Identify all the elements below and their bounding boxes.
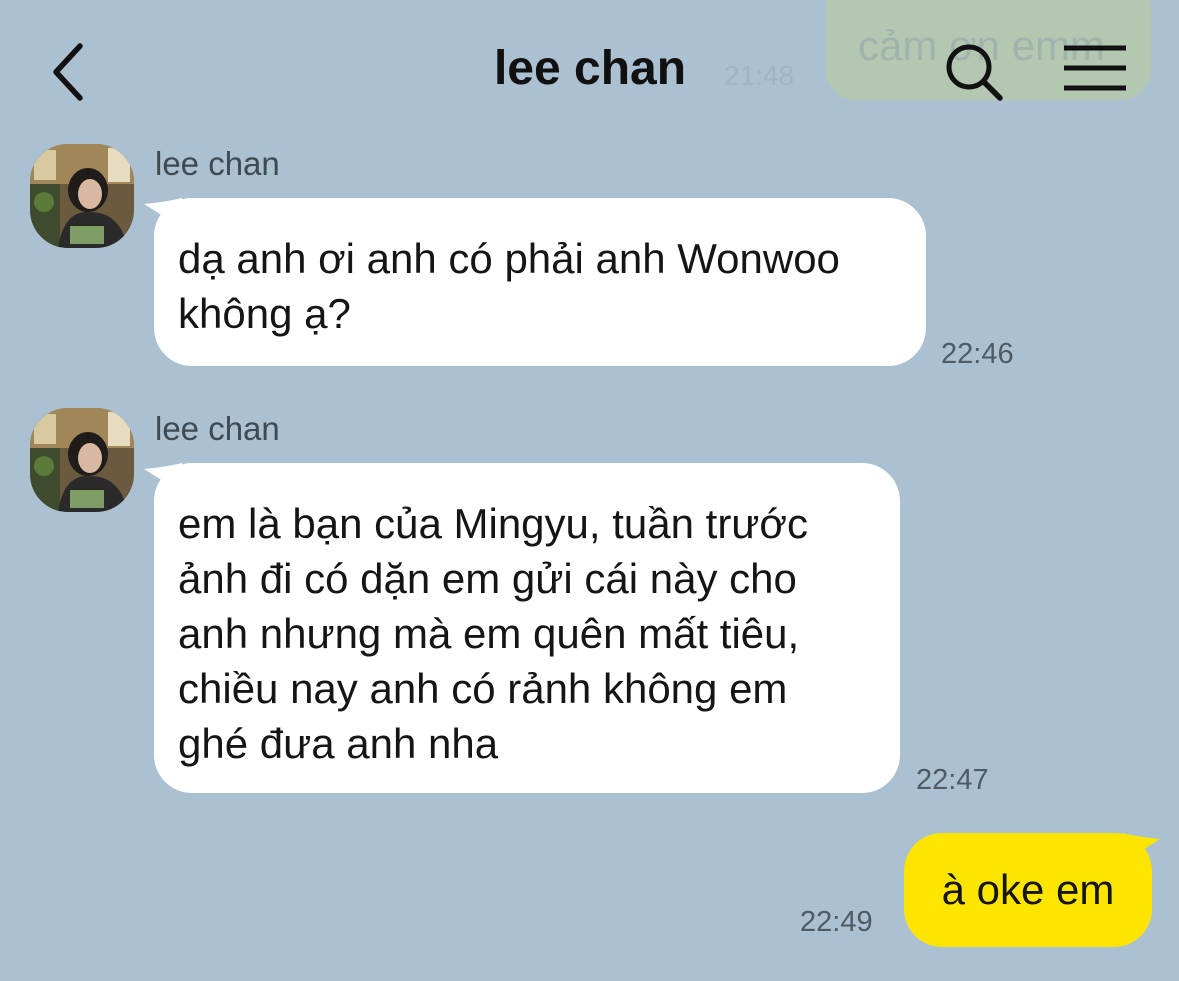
hamburger-menu-icon xyxy=(1064,45,1126,91)
chat-title: lee chan xyxy=(493,42,687,95)
search-icon xyxy=(946,44,1003,101)
message-line: ảnh đi có dặn em gửi cái này cho xyxy=(178,555,797,602)
message-bubble-incoming[interactable]: dạ anh ơi anh có phải anh Wonwoo không ạ… xyxy=(154,198,926,366)
menu-button[interactable] xyxy=(1058,40,1132,100)
sender-name: lee chan xyxy=(155,145,280,182)
message-line: em là bạn của Mingyu, tuần trước xyxy=(178,500,808,547)
chevron-left-icon xyxy=(53,43,83,101)
avatar-photo xyxy=(30,408,134,512)
message-line: ghé đưa anh nha xyxy=(178,720,499,767)
sender-avatar[interactable] xyxy=(30,144,134,248)
message-time: 22:47 xyxy=(916,764,989,796)
sender-avatar[interactable] xyxy=(30,408,134,512)
message-time: 22:46 xyxy=(941,338,1014,370)
back-button[interactable] xyxy=(38,36,98,106)
message-bubble-outgoing[interactable]: à oke em xyxy=(904,833,1152,947)
message-line: chiều nay anh có rảnh không em xyxy=(178,665,788,712)
message-line: không ạ? xyxy=(178,290,351,337)
message-line: anh nhưng mà em quên mất tiêu, xyxy=(178,610,800,657)
message-time: 22:49 xyxy=(800,906,873,938)
sender-name: lee chan xyxy=(155,410,280,447)
search-button[interactable] xyxy=(940,38,1010,108)
message-bubble-incoming[interactable]: em là bạn của Mingyu, tuần trước ảnh đi … xyxy=(154,463,900,793)
message-line: dạ anh ơi anh có phải anh Wonwoo xyxy=(178,235,840,282)
avatar-photo xyxy=(30,144,134,248)
